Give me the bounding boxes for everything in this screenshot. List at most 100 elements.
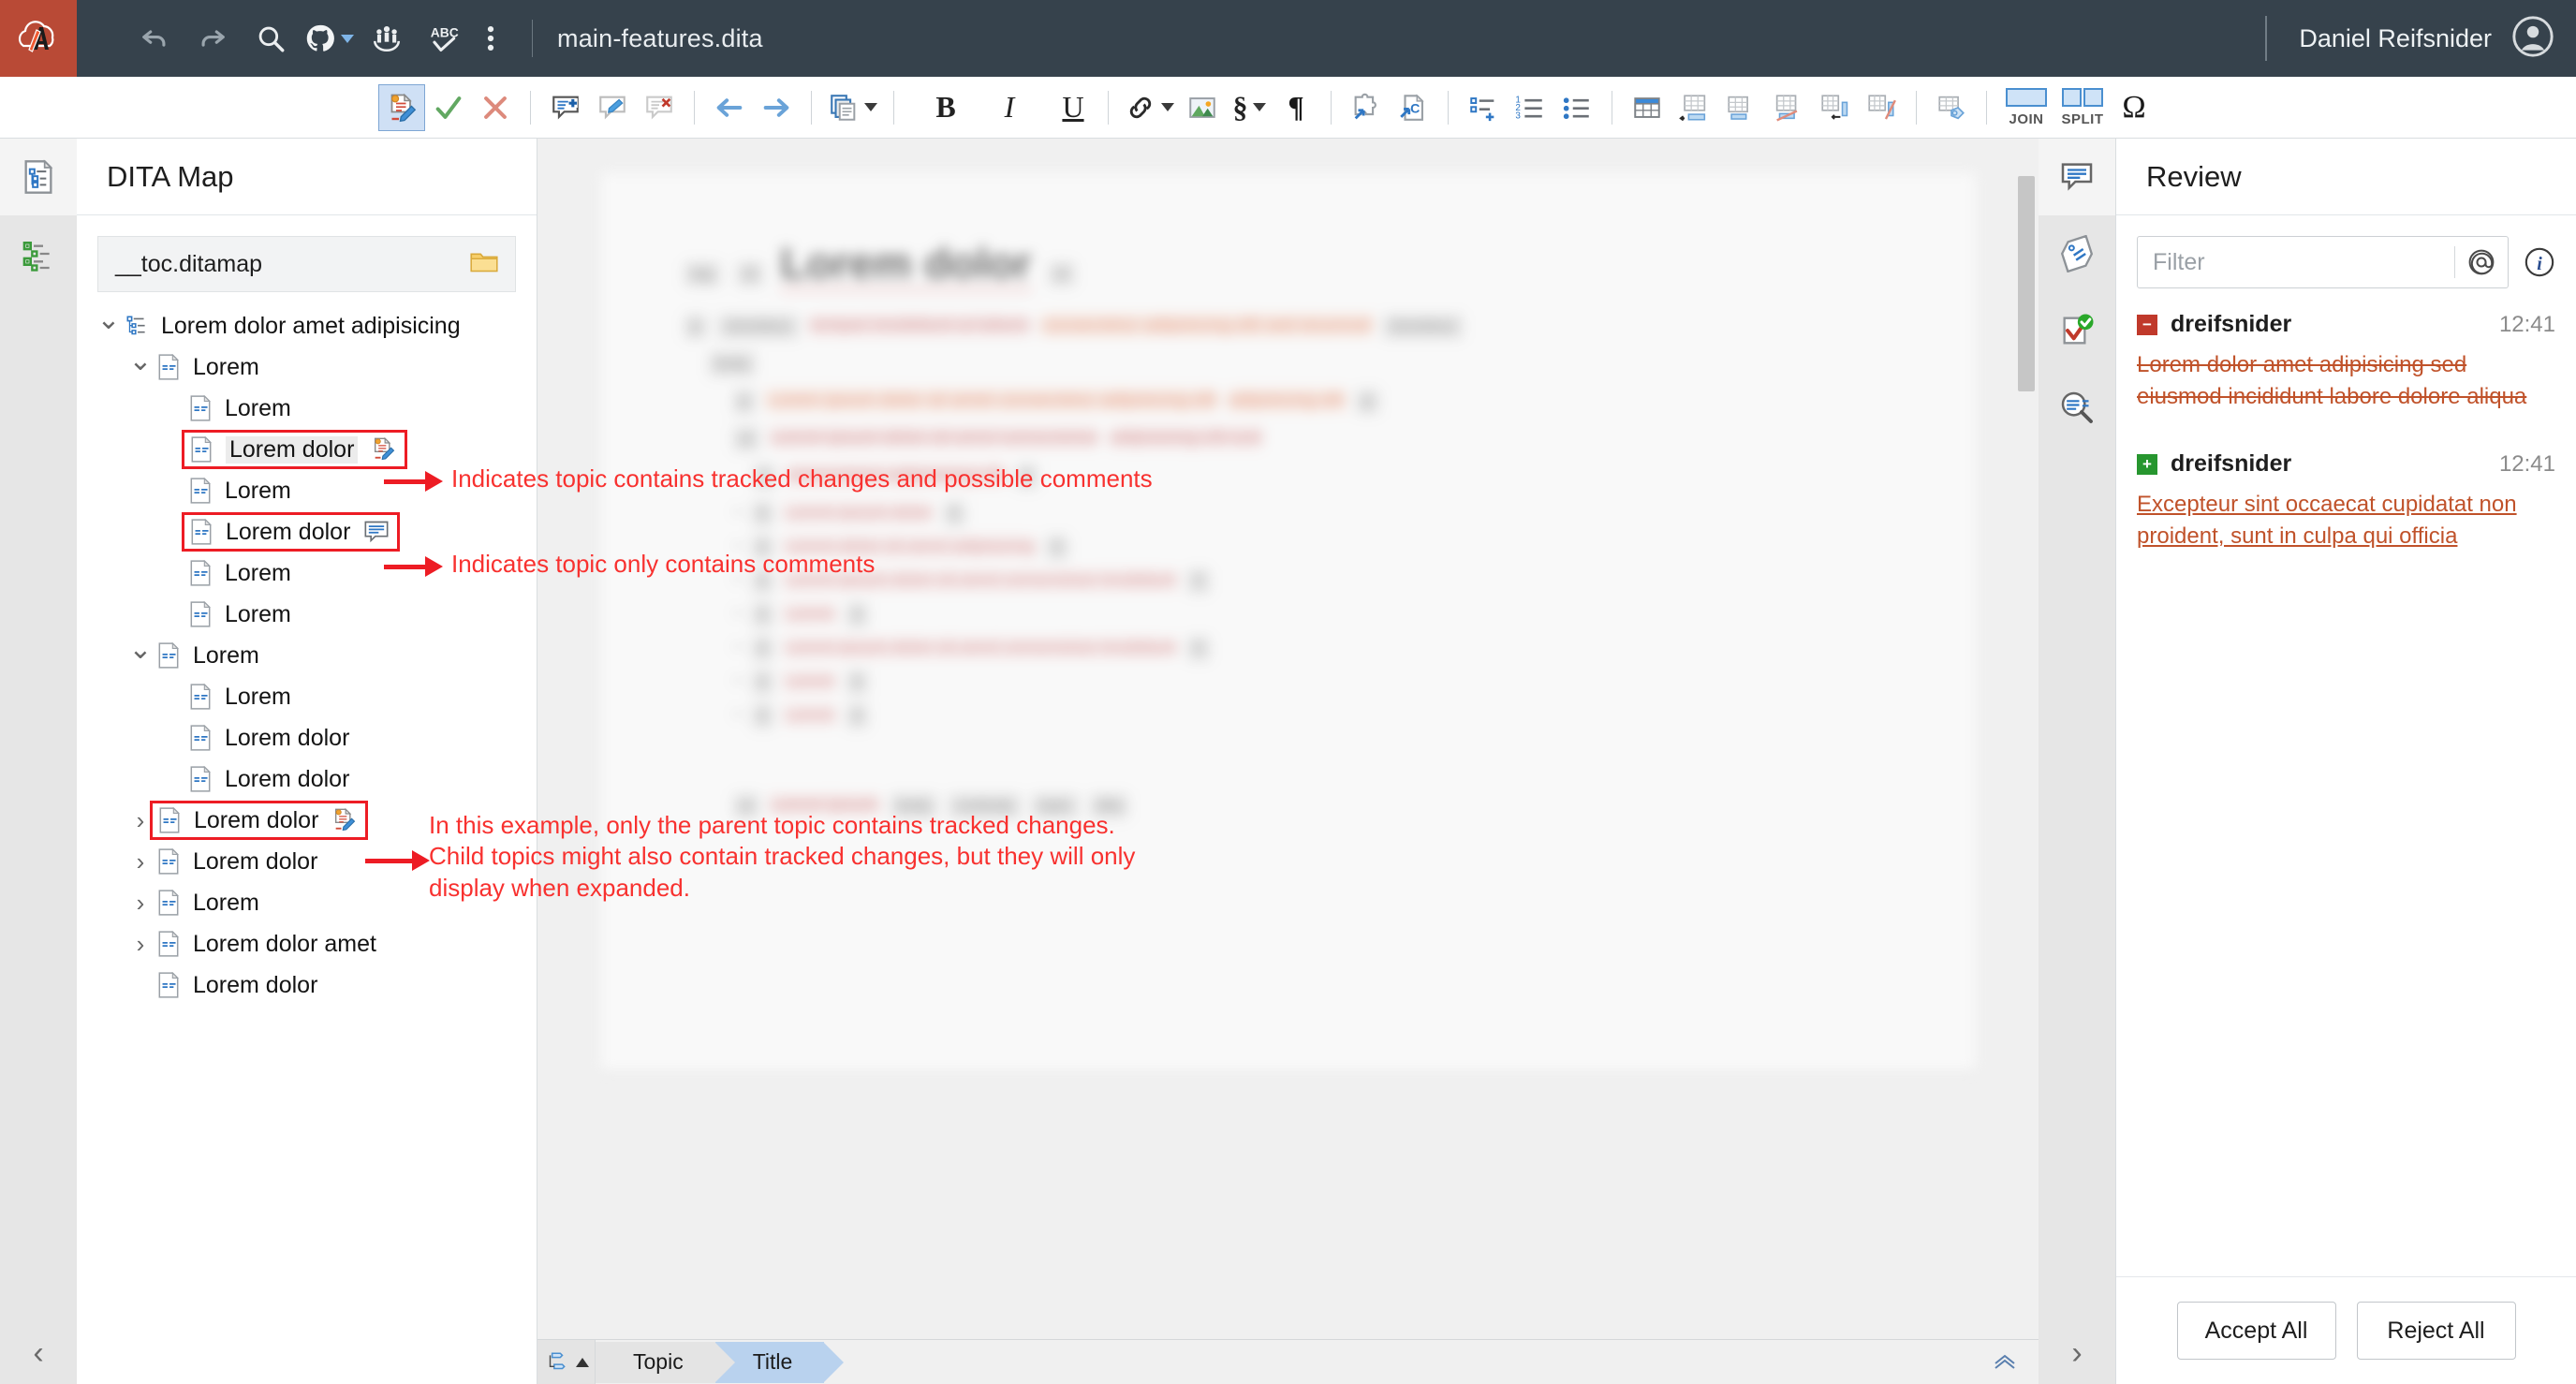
collapse-right-panel-button[interactable]: › <box>2039 1322 2115 1384</box>
tree-item-label[interactable]: Lorem <box>193 642 259 670</box>
tree-item-label[interactable]: Lorem dolor <box>226 519 350 546</box>
tree-item[interactable]: ⌄ Lorem <box>77 346 537 388</box>
tracked-changes-icon[interactable] <box>331 807 358 833</box>
tree-item[interactable]: ⌄ Lorem <box>77 635 537 676</box>
document-page[interactable]: tag id Lorem dolor el p shortdesc tempor i… <box>599 172 1977 1071</box>
redo-icon[interactable] <box>184 9 242 67</box>
collapse-breadcrumb-button[interactable] <box>1992 1347 2039 1377</box>
tree-item-label[interactable]: Lorem dolor <box>194 807 318 834</box>
track-changes-toggle[interactable] <box>378 83 425 131</box>
tree-item[interactable]: Lorem <box>77 676 537 717</box>
tracked-changes-icon[interactable] <box>371 436 397 463</box>
table-properties-button[interactable] <box>1928 84 1975 131</box>
rail-item-review[interactable] <box>2039 139 2115 215</box>
filter-input[interactable] <box>2153 248 2454 276</box>
element-structure-icon[interactable] <box>537 1339 596 1384</box>
image-button[interactable] <box>1179 84 1226 131</box>
collapse-left-panel-button[interactable]: ‹ <box>0 1322 77 1384</box>
rail-item-find-replace[interactable] <box>2039 369 2115 446</box>
tree-item[interactable]: Lorem dolor <box>77 964 537 1006</box>
chevron-right-icon[interactable]: › <box>127 847 154 876</box>
ordered-list-button[interactable]: 123 <box>1507 84 1553 131</box>
chevron-down-icon[interactable] <box>1252 103 1266 111</box>
tree-item[interactable]: › Lorem dolor amet <box>77 923 537 964</box>
reject-all-button[interactable]: Reject All <box>2356 1302 2516 1360</box>
definition-list-button[interactable] <box>1460 84 1507 131</box>
tree-item[interactable]: Lorem <box>77 388 537 429</box>
chevron-down-icon[interactable]: ⌄ <box>96 306 122 334</box>
insert-column-button[interactable] <box>1811 84 1858 131</box>
tree-item-label[interactable]: Lorem <box>225 395 291 422</box>
accept-all-button[interactable]: Accept All <box>2176 1302 2336 1360</box>
editor-scroll-region[interactable]: tag id Lorem dolor el p shortdesc tempor i… <box>537 139 2039 1339</box>
undo-icon[interactable] <box>125 9 184 67</box>
spellcheck-icon[interactable]: ABC <box>416 9 474 67</box>
chevron-down-icon[interactable]: ⌄ <box>127 347 154 375</box>
underline-button[interactable]: U <box>1050 84 1097 131</box>
ditamap-file-selector[interactable]: __toc.ditamap <box>97 236 516 292</box>
app-logo[interactable] <box>0 0 77 77</box>
tree-item-label[interactable]: Lorem <box>193 890 259 917</box>
chevron-right-icon[interactable]: › <box>127 930 154 959</box>
avatar[interactable] <box>2512 15 2554 62</box>
info-icon[interactable]: i <box>2524 246 2555 278</box>
search-icon[interactable] <box>242 9 300 67</box>
tree-item-label[interactable]: Lorem dolor amet <box>193 931 376 958</box>
delete-column-button[interactable] <box>1858 84 1905 131</box>
review-entry[interactable]: − dreifsnider 12:41 Lorem dolor amet adipis… <box>2137 311 2555 413</box>
rail-item-validation[interactable] <box>2039 292 2115 369</box>
insert-row-below-button[interactable] <box>1717 84 1764 131</box>
rail-item-attributes[interactable] <box>2039 215 2115 292</box>
breadcrumb-item[interactable]: Topic <box>596 1341 735 1383</box>
special-character-button[interactable]: Ω <box>2111 84 2157 131</box>
tree-item[interactable]: Lorem dolor <box>77 511 537 552</box>
rail-item-dita-map[interactable] <box>0 139 77 215</box>
review-entry[interactable]: + dreifsnider 12:41 Excepteur sint occaecat… <box>2137 450 2555 552</box>
italic-button[interactable]: I <box>986 84 1033 131</box>
tree-item-label[interactable]: Lorem <box>225 684 291 711</box>
insert-row-above-button[interactable] <box>1671 84 1717 131</box>
chevron-down-icon[interactable] <box>1161 103 1174 111</box>
team-icon[interactable] <box>358 9 416 67</box>
at-icon[interactable] <box>2455 247 2508 277</box>
tree-item[interactable]: ⌄ Lorem dolor amet adipisicing <box>77 305 537 346</box>
section-button[interactable]: § <box>1226 84 1273 131</box>
chevron-down-icon[interactable] <box>340 34 354 43</box>
link-button[interactable] <box>1120 84 1179 131</box>
folder-icon[interactable] <box>470 250 498 279</box>
paste-special-button[interactable] <box>823 84 882 131</box>
github-icon[interactable] <box>300 9 358 67</box>
split-cells-button[interactable]: SPLIT <box>2054 84 2111 131</box>
bold-button[interactable]: B <box>922 84 969 131</box>
tree-item[interactable]: Lorem <box>77 594 537 635</box>
tree-item-label[interactable]: Lorem dolor <box>225 725 349 752</box>
editor-scrollbar[interactable] <box>2018 176 2035 1320</box>
reject-change-button[interactable] <box>472 84 519 131</box>
remove-comment-button[interactable] <box>636 84 683 131</box>
delete-row-button[interactable] <box>1764 84 1811 131</box>
tree-item-label[interactable]: Lorem dolor amet adipisicing <box>161 313 461 340</box>
filter-box[interactable] <box>2137 236 2509 288</box>
chevron-down-icon[interactable]: ⌄ <box>127 636 154 664</box>
scrollbar-thumb[interactable] <box>2018 176 2035 391</box>
accept-change-button[interactable] <box>425 84 472 131</box>
tree-item-label[interactable]: Lorem dolor <box>193 972 317 999</box>
insert-content-reference-button[interactable] <box>1343 84 1390 131</box>
tree-item-label[interactable]: Lorem <box>225 560 291 587</box>
insert-table-button[interactable] <box>1624 84 1671 131</box>
unordered-list-button[interactable] <box>1553 84 1600 131</box>
tree-item-label[interactable]: Lorem dolor <box>225 766 349 793</box>
rail-item-outline[interactable] <box>0 215 77 292</box>
comment-icon[interactable] <box>363 520 390 544</box>
tree-item-label[interactable]: Lorem <box>225 601 291 628</box>
tree-item-label[interactable]: Lorem dolor <box>193 848 317 876</box>
chevron-right-icon[interactable]: › <box>127 889 154 918</box>
previous-change-button[interactable] <box>706 84 753 131</box>
tree-item[interactable]: Lorem dolor <box>77 758 537 800</box>
paragraph-button[interactable]: ¶ <box>1273 84 1319 131</box>
more-options-icon[interactable] <box>474 9 508 67</box>
chevron-up-icon[interactable] <box>575 1357 589 1367</box>
edit-comment-button[interactable] <box>589 84 636 131</box>
insert-conref-button[interactable]: C <box>1390 84 1436 131</box>
next-change-button[interactable] <box>753 84 800 131</box>
